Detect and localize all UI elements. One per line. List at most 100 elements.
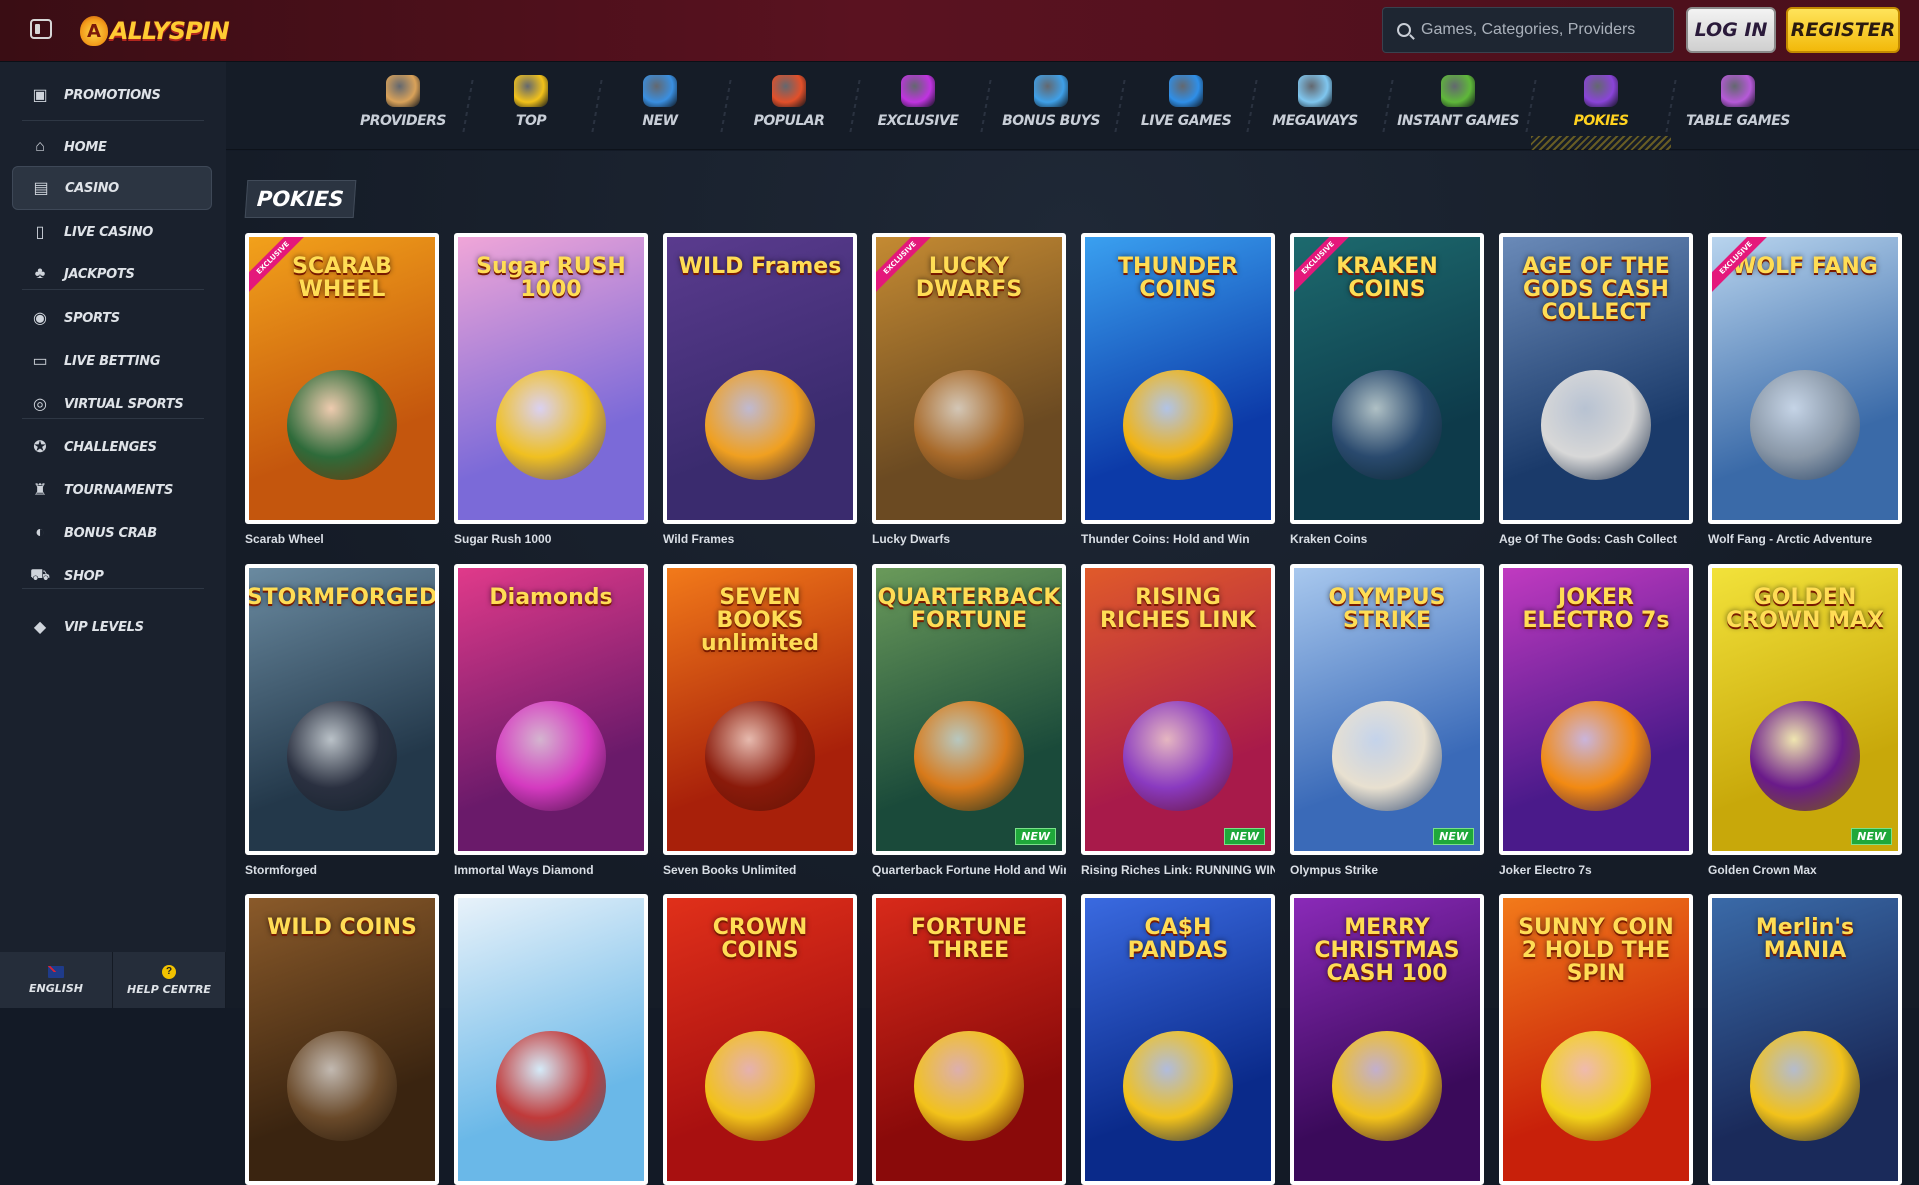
category-tab-top[interactable]: TOP [471,62,591,150]
register-button[interactable]: REGISTER [1786,7,1900,53]
category-tab-exclusive[interactable]: EXCLUSIVE [858,62,978,150]
sidebar-item-bonus-crab[interactable]: ◐ BONUS CRAB [12,511,212,555]
game-thumbnail[interactable]: SEVEN BOOKS unlimited [663,564,857,855]
game-card[interactable]: GOLDEN CROWN MAX NEW Golden Crown Max [1708,564,1902,877]
game-thumbnail[interactable]: CROWN COINS [663,894,857,1185]
home-icon: ⌂ [35,138,45,155]
game-title[interactable]: Wild Frames [663,532,857,546]
game-thumbnail[interactable]: KRAKEN COINS EXCLUSIVE [1290,233,1484,524]
category-tab-megaways[interactable]: MEGAWAYS [1255,62,1375,150]
game-thumbnail[interactable]: QUARTERBACK FORTUNE NEW [872,564,1066,855]
game-card[interactable]: FORTUNE THREE [872,894,1066,1185]
game-card[interactable]: RISING RICHES LINK NEW Rising Riches Link:… [1081,564,1275,877]
game-thumbnail[interactable]: RISING RICHES LINK NEW [1081,564,1275,855]
game-title[interactable]: Rising Riches Link: RUNNING WINS [1081,863,1275,877]
game-thumbnail[interactable]: WOLF FANG EXCLUSIVE [1708,233,1902,524]
category-tab-popular[interactable]: POPULAR [729,62,849,150]
sidebar-item-casino[interactable]: ▤ CASINO [12,166,212,210]
game-thumbnail[interactable]: FORTUNE THREE [872,894,1066,1185]
sidebar-item-vip-levels[interactable]: ◆ VIP LEVELS [12,605,212,649]
sidebar-item-promotions[interactable]: ▣ PROMOTIONS [12,73,212,117]
game-title[interactable]: Olympus Strike [1290,863,1484,877]
game-thumbnail[interactable]: GOLDEN CROWN MAX NEW [1708,564,1902,855]
game-title[interactable]: Seven Books Unlimited [663,863,857,877]
game-thumbnail[interactable]: SCARAB WHEEL EXCLUSIVE [245,233,439,524]
category-tab-table-games[interactable]: TABLE GAMES [1678,62,1798,150]
game-thumbnail[interactable]: OLYMPUS STRIKE NEW [1290,564,1484,855]
sidebar-item-tournaments[interactable]: ♜ TOURNAMENTS [12,468,212,512]
category-tab-bonus-buys[interactable]: BONUS BUYS [991,62,1111,150]
game-title[interactable]: Thunder Coins: Hold and Win [1081,532,1275,546]
game-card[interactable] [454,894,648,1185]
game-thumbnail[interactable] [454,894,648,1185]
game-thumbnail[interactable]: LUCKY DWARFS EXCLUSIVE [872,233,1066,524]
game-card[interactable]: LUCKY DWARFS EXCLUSIVE Lucky Dwarfs [872,233,1066,546]
game-thumbnail[interactable]: JOKER ELECTRO 7s [1499,564,1693,855]
game-card[interactable]: THUNDER COINS Thunder Coins: Hold and Win [1081,233,1275,546]
game-card[interactable]: WILD COINS [245,894,439,1185]
game-card[interactable]: Diamonds Immortal Ways Diamond [454,564,648,877]
game-thumbnail[interactable]: WILD COINS [245,894,439,1185]
category-tab-providers[interactable]: PROVIDERS [343,62,463,150]
sidebar-item-jackpots[interactable]: ♣ JACKPOTS [12,252,212,296]
game-card[interactable]: OLYMPUS STRIKE NEW Olympus Strike [1290,564,1484,877]
game-art-emblem [1750,701,1860,811]
game-title[interactable]: Quarterback Fortune Hold and Win [872,863,1066,877]
game-title[interactable]: Wolf Fang - Arctic Adventure [1708,532,1902,546]
sidebar-item-home[interactable]: ⌂ HOME [12,125,212,169]
help-centre-button[interactable]: ? HELP CENTRE [113,952,226,1008]
game-thumbnail[interactable]: WILD Frames [663,233,857,524]
game-card[interactable]: CROWN COINS [663,894,857,1185]
category-tab-new[interactable]: NEW [600,62,720,150]
game-thumbnail[interactable]: SUNNY COIN 2 HOLD THE SPIN [1499,894,1693,1185]
game-card[interactable]: CA$H PANDAS [1081,894,1275,1185]
search-input[interactable] [1421,21,1661,39]
category-tab-pokies[interactable]: POKIES [1531,62,1671,150]
game-thumbnail[interactable]: Merlin's MANIA [1708,894,1902,1185]
game-card[interactable]: Merlin's MANIA [1708,894,1902,1185]
table-games-icon [1721,75,1755,107]
sidebar-item-challenges[interactable]: ✪ CHALLENGES [12,425,212,469]
language-selector[interactable]: ENGLISH [0,952,113,1008]
game-card[interactable]: Sugar RUSH 1000 Sugar Rush 1000 [454,233,648,546]
sidebar-item-shop[interactable]: ⛟ SHOP [12,554,212,598]
game-title[interactable]: Stormforged [245,863,439,877]
sidebar-item-sports[interactable]: ◉ SPORTS [12,296,212,340]
logo[interactable]: ALLYSPIN [80,14,230,48]
sidebar-item-live-casino[interactable]: ▯ LIVE CASINO [12,210,212,254]
category-tab-live-games[interactable]: LIVE GAMES [1126,62,1246,150]
game-card[interactable]: SCARAB WHEEL EXCLUSIVE Scarab Wheel [245,233,439,546]
game-card[interactable]: JOKER ELECTRO 7s Joker Electro 7s [1499,564,1693,877]
game-title[interactable]: Kraken Coins [1290,532,1484,546]
game-thumbnail[interactable]: CA$H PANDAS [1081,894,1275,1185]
game-card[interactable]: KRAKEN COINS EXCLUSIVE Kraken Coins [1290,233,1484,546]
game-card[interactable]: AGE OF THE GODS CASH COLLECT Age Of The G… [1499,233,1693,546]
sidebar-item-virtual-sports[interactable]: ◎ VIRTUAL SPORTS [12,382,212,426]
game-card[interactable]: WILD Frames Wild Frames [663,233,857,546]
game-card[interactable]: MERRY CHRISTMAS CASH 100 [1290,894,1484,1185]
live-games-icon [1169,75,1203,107]
game-title[interactable]: Lucky Dwarfs [872,532,1066,546]
game-card[interactable]: STORMFORGED Stormforged [245,564,439,877]
sidebar-toggle-icon[interactable] [30,19,52,39]
game-title[interactable]: Scarab Wheel [245,532,439,546]
game-thumbnail[interactable]: THUNDER COINS [1081,233,1275,524]
game-card[interactable]: QUARTERBACK FORTUNE NEW Quarterback Fortun… [872,564,1066,877]
game-title[interactable]: Joker Electro 7s [1499,863,1693,877]
category-tab-instant-games[interactable]: INSTANT GAMES [1397,62,1519,150]
game-thumbnail[interactable]: STORMFORGED [245,564,439,855]
sidebar-item-live-betting[interactable]: ▭ LIVE BETTING [12,339,212,383]
game-title[interactable]: Sugar Rush 1000 [454,532,648,546]
game-title[interactable]: Age Of The Gods: Cash Collect [1499,532,1693,546]
search-box[interactable] [1382,7,1674,53]
game-card[interactable]: SUNNY COIN 2 HOLD THE SPIN [1499,894,1693,1185]
game-title[interactable]: Golden Crown Max [1708,863,1902,877]
game-card[interactable]: SEVEN BOOKS unlimited Seven Books Unlimit… [663,564,857,877]
game-thumbnail[interactable]: Sugar RUSH 1000 [454,233,648,524]
game-thumbnail[interactable]: MERRY CHRISTMAS CASH 100 [1290,894,1484,1185]
game-thumbnail[interactable]: Diamonds [454,564,648,855]
game-thumbnail[interactable]: AGE OF THE GODS CASH COLLECT [1499,233,1693,524]
game-card[interactable]: WOLF FANG EXCLUSIVE Wolf Fang - Arctic Adv… [1708,233,1902,546]
game-title[interactable]: Immortal Ways Diamond [454,863,648,877]
login-button[interactable]: LOG IN [1686,7,1776,53]
